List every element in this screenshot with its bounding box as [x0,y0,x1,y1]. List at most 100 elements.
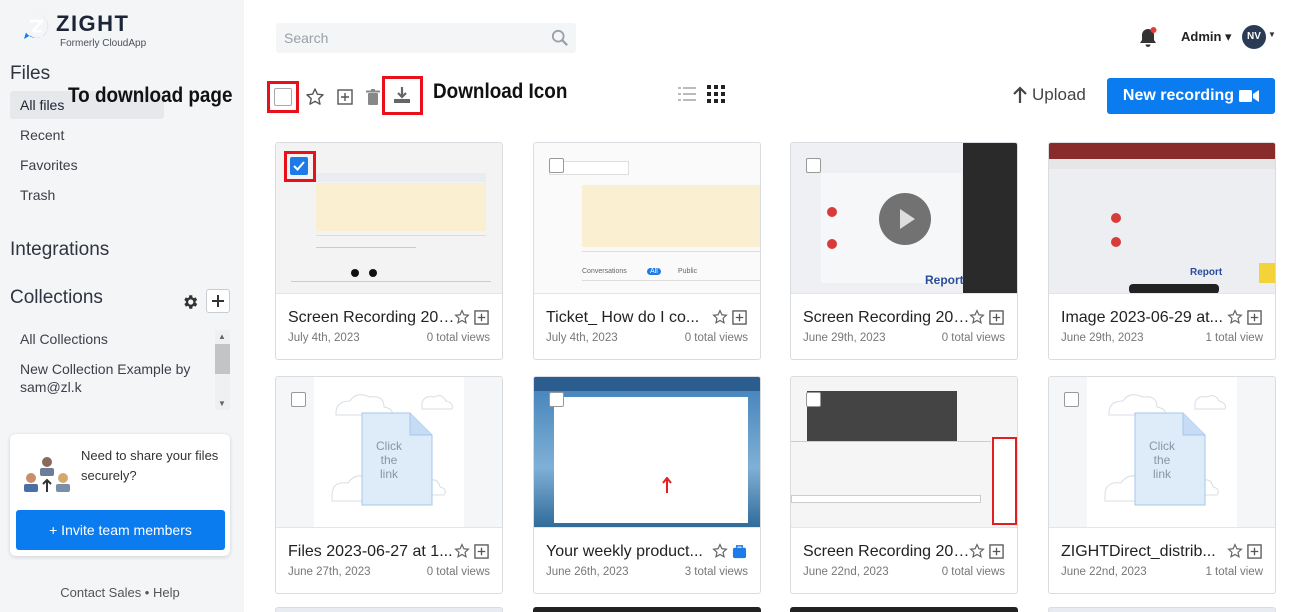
card-views: 1 total view [1205,332,1263,344]
card-title[interactable]: Ticket_ How do I co... [546,309,716,327]
card-title[interactable]: Screen Recording 2023-06-29 [803,309,973,327]
sidebar-item-trash[interactable]: Trash [10,181,164,209]
add-to-collection-icon[interactable] [1247,310,1262,325]
video-camera-icon [1239,90,1260,102]
add-to-collection-icon[interactable] [335,87,355,107]
thumb-report-label: Report [1190,267,1223,278]
card-title[interactable]: Files 2023-06-27 at 1... [288,543,458,561]
file-card-partial[interactable] [790,607,1018,612]
invite-team-button[interactable]: + Invite team members [16,510,225,550]
card-checkbox[interactable] [806,158,821,173]
play-icon [900,209,915,229]
collection-item-all[interactable]: All Collections [10,330,210,348]
add-to-collection-icon[interactable] [989,544,1004,559]
admin-user-menu[interactable]: Admin ▾ [1181,29,1232,45]
card-checkbox[interactable] [549,392,564,407]
scroll-down-icon[interactable]: ▼ [218,399,226,408]
add-to-collection-icon[interactable] [989,310,1004,325]
collections-scrollbar[interactable]: ▲ ▼ [215,330,230,410]
file-card[interactable]: Conversations All Public Ticket_ How do … [533,142,761,360]
annotation-to-download-page: To download page [68,84,233,107]
grid-view-icon[interactable] [707,85,725,103]
card-date: June 26th, 2023 [546,566,629,578]
file-card[interactable]: Your weekly product... June 26th, 2023 3… [533,376,761,594]
notification-bell-icon[interactable] [1137,26,1159,48]
file-card[interactable]: Screen Recording 2023-06-22 June 22nd, 2… [790,376,1018,594]
file-thumbnail[interactable]: Click the link [1049,377,1275,528]
favorite-star-icon[interactable] [1227,543,1243,559]
card-views: 1 total view [1205,566,1263,578]
avatar[interactable]: NV [1242,25,1266,49]
annotation-download-icon: Download Icon [433,80,568,103]
add-to-collection-icon[interactable] [474,544,489,559]
card-title[interactable]: ZIGHTDirect_distrib... [1061,543,1231,561]
card-views: 0 total views [426,566,490,578]
card-checkbox[interactable] [291,392,306,407]
new-recording-button[interactable]: New recording [1107,78,1275,114]
favorite-star-icon[interactable] [712,309,728,325]
collection-item-new[interactable]: New Collection Example by sam@zl.k [10,360,210,396]
favorite-star-icon[interactable] [969,309,985,325]
file-thumbnail[interactable]: Report [791,143,1017,294]
file-card[interactable]: Report Screen Recording 2023-06-29 June … [790,142,1018,360]
avatar-caret-icon[interactable]: ▼ [1268,30,1276,39]
search-icon[interactable] [551,29,569,47]
sidebar-item-favorites[interactable]: Favorites [10,151,164,179]
download-icon[interactable] [392,85,412,105]
file-thumbnail[interactable]: Click the link [276,377,502,528]
add-collection-button[interactable] [206,289,230,313]
trash-icon[interactable] [363,87,383,107]
favorite-star-icon[interactable] [454,309,470,325]
add-to-collection-icon[interactable] [1247,544,1262,559]
scroll-thumb[interactable] [215,344,230,374]
file-card-partial[interactable] [1048,607,1276,612]
card-date: June 27th, 2023 [288,566,371,578]
search-input[interactable] [276,23,536,53]
collection-shared-icon[interactable] [732,544,747,559]
card-checkbox[interactable] [549,158,564,173]
gear-icon[interactable] [181,293,199,311]
logo[interactable]: ZIGHT Formerly CloudApp [22,12,146,49]
card-title[interactable]: Screen Recording 2023-06-22 [803,543,973,561]
favorite-star-icon[interactable] [1227,309,1243,325]
file-thumbnail[interactable] [791,377,1017,528]
file-card[interactable]: Click the link Files 2023-06-27 at 1... … [275,376,503,594]
add-to-collection-icon[interactable] [474,310,489,325]
file-thumbnail[interactable]: Conversations All Public [534,143,760,294]
file-card-partial[interactable] [275,607,503,612]
card-date: June 22nd, 2023 [1061,566,1147,578]
team-share-icon [24,457,70,492]
file-thumbnail[interactable] [534,377,760,528]
card-checkbox-checked[interactable] [290,157,308,175]
file-thumbnail[interactable] [276,143,502,294]
scroll-up-icon[interactable]: ▲ [218,332,226,341]
add-to-collection-icon[interactable] [732,310,747,325]
play-button[interactable] [879,193,931,245]
star-icon[interactable] [305,87,325,107]
card-checkbox[interactable] [806,392,821,407]
file-thumbnail[interactable]: Report [1049,143,1275,294]
list-view-icon[interactable] [678,85,696,103]
favorite-star-icon[interactable] [712,543,728,559]
collections-heading: Collections [10,287,103,308]
card-checkbox[interactable] [1064,392,1079,407]
card-title[interactable]: Screen Recording 2023-07-04 [288,309,458,327]
file-card[interactable]: Report Image 2023-06-29 at... June 29th,… [1048,142,1276,360]
select-all-checkbox[interactable] [274,88,292,106]
card-title[interactable]: Image 2023-06-29 at... [1061,309,1231,327]
file-card[interactable]: Screen Recording 2023-07-04 July 4th, 20… [275,142,503,360]
files-heading: Files [10,63,51,84]
contact-sales-help-link[interactable]: Contact Sales • Help [0,585,240,600]
share-promo-text: Need to share your files securely? [81,448,219,483]
file-card-partial[interactable] [533,607,761,612]
favorite-star-icon[interactable] [969,543,985,559]
integrations-heading[interactable]: Integrations [10,239,109,261]
card-date: June 29th, 2023 [803,332,886,344]
sidebar-item-recent[interactable]: Recent [10,121,164,149]
upload-button[interactable]: Upload [1012,85,1086,105]
card-title[interactable]: Your weekly product... [546,543,716,561]
search-bar [276,23,576,53]
file-card[interactable]: Click the link ZIGHTDirect_distrib... Ju… [1048,376,1276,594]
upload-arrow-icon [1013,86,1027,103]
favorite-star-icon[interactable] [454,543,470,559]
